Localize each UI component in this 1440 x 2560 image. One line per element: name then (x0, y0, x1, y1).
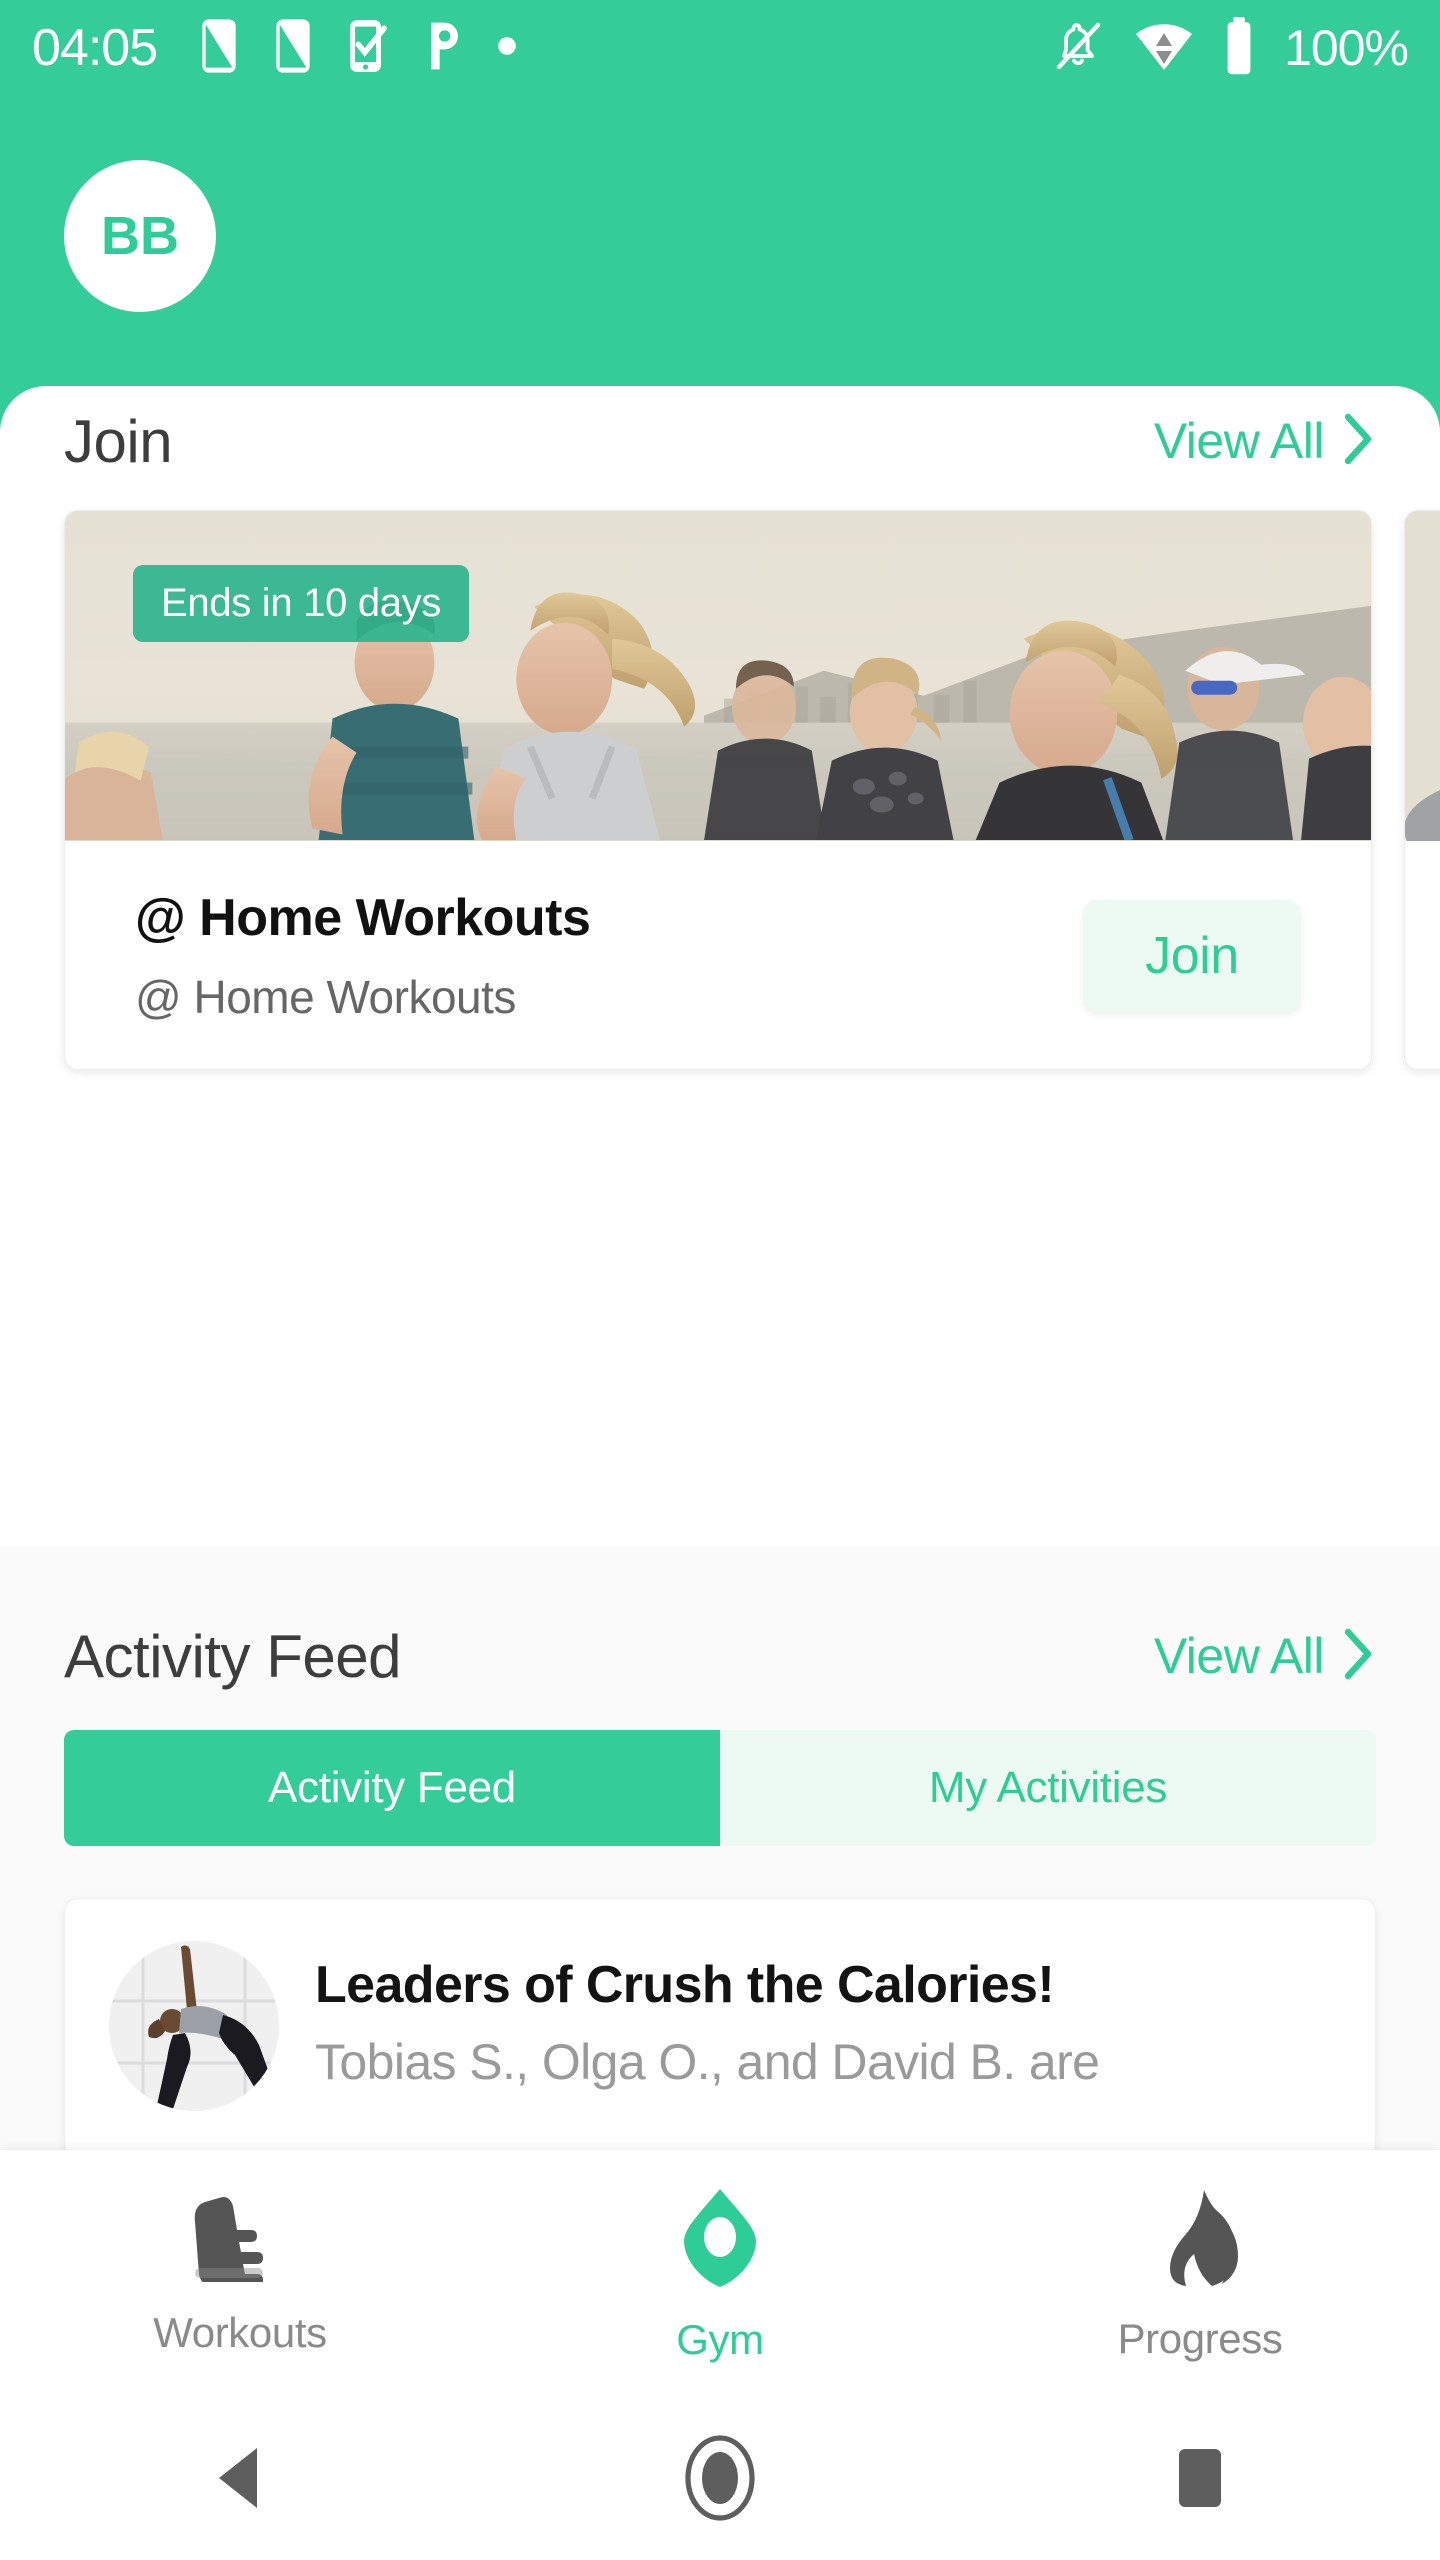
tab-my-activities[interactable]: My Activities (720, 1730, 1376, 1846)
app-header: BB (0, 96, 1440, 386)
bottom-navigation: Workouts Gym Progress (0, 2150, 1440, 2400)
feed-item-thumbnail (109, 1941, 279, 2111)
status-bar-right-icons: 100% (1052, 16, 1409, 80)
activity-feed-tabs: Activity Feed My Activities (64, 1730, 1376, 1846)
join-button[interactable]: Join (1083, 900, 1301, 1012)
dot-icon (497, 36, 517, 61)
challenge-card-next[interactable] (1404, 510, 1440, 1070)
join-view-all-label: View All (1153, 413, 1325, 469)
activity-feed-header: Activity Feed View All (0, 1598, 1440, 1714)
phone-signal-icon-2 (273, 18, 313, 78)
content-sheet: Join View All Ends in 10 days @ Home Wor… (0, 386, 1440, 2162)
avatar[interactable]: BB (64, 160, 216, 312)
activity-view-all-label: View All (1153, 1628, 1325, 1684)
join-button-label: Join (1145, 927, 1239, 985)
battery-icon (1224, 16, 1254, 80)
join-section-header: Join View All (0, 386, 1440, 496)
chevron-right-icon (1340, 411, 1376, 472)
challenge-card-next-media (1405, 511, 1440, 841)
android-back-button[interactable] (0, 2442, 480, 2519)
challenge-card-media: Ends in 10 days (65, 511, 1371, 841)
feed-item-subtitle: Tobias S., Olga O., and David B. are (315, 2034, 1100, 2090)
status-bar: 04:05 100% (0, 0, 1440, 96)
recents-icon (1169, 2445, 1231, 2516)
tab-activity-feed-label: Activity Feed (268, 1763, 516, 1812)
location-pin-icon (672, 2187, 768, 2294)
yoga-pose-photo (109, 1941, 279, 2111)
home-icon (683, 2434, 757, 2526)
avatar-initials: BB (101, 206, 179, 266)
nav-item-workouts[interactable]: Workouts (0, 2194, 480, 2357)
challenge-card-texts: @ Home Workouts @ Home Workouts (135, 888, 591, 1024)
challenge-card[interactable]: Ends in 10 days @ Home Workouts @ Home W… (64, 510, 1372, 1070)
letter-p-icon (423, 19, 463, 78)
status-bar-left-icons (199, 18, 517, 79)
runners-beach-photo (65, 511, 1371, 841)
next-card-photo (1405, 511, 1440, 841)
battery-percent-label: 100% (1284, 20, 1409, 76)
challenge-card-body: @ Home Workouts @ Home Workouts Join (65, 841, 1371, 1069)
nav-item-gym[interactable]: Gym (480, 2187, 960, 2364)
phone-check-icon (347, 18, 389, 79)
join-view-all-button[interactable]: View All (1154, 411, 1376, 472)
join-carousel[interactable]: Ends in 10 days @ Home Workouts @ Home W… (0, 510, 1440, 1070)
nav-item-workouts-label: Workouts (153, 2308, 327, 2356)
android-navigation-bar (0, 2400, 1440, 2560)
android-recents-button[interactable] (960, 2445, 1440, 2516)
status-bar-clock: 04:05 (32, 19, 158, 77)
notifications-off-icon (1052, 18, 1104, 79)
challenge-badge: Ends in 10 days (133, 565, 470, 642)
feed-item-title: Leaders of Crush the Calories! (315, 1956, 1055, 2014)
activity-view-all-button[interactable]: View All (1154, 1626, 1376, 1687)
back-icon (207, 2442, 273, 2519)
phone-signal-icon (199, 18, 239, 78)
nav-item-gym-label: Gym (676, 2315, 764, 2363)
challenge-card-subtitle: @ Home Workouts (135, 971, 516, 1023)
chevron-right-icon (1340, 1626, 1376, 1687)
app-root: 04:05 100% BB Join View All Ends in 10 d… (0, 0, 1440, 2560)
feed-list-item[interactable]: Leaders of Crush the Calories! Tobias S.… (64, 1898, 1376, 2158)
android-home-button[interactable] (480, 2434, 960, 2526)
wifi-icon (1134, 20, 1194, 77)
feed-item-texts: Leaders of Crush the Calories! Tobias S.… (315, 1941, 1100, 2091)
join-section-title: Join (64, 407, 173, 475)
activity-feed-section: Activity Feed View All Activity Feed My … (0, 1546, 1440, 2162)
flame-icon (1150, 2188, 1250, 2293)
tab-my-activities-label: My Activities (928, 1763, 1168, 1812)
tab-activity-feed[interactable]: Activity Feed (64, 1730, 720, 1846)
nav-item-progress[interactable]: Progress (960, 2188, 1440, 2363)
challenge-card-title: @ Home Workouts (135, 889, 591, 947)
shoe-icon (185, 2194, 295, 2287)
nav-item-progress-label: Progress (1117, 2314, 1283, 2362)
activity-feed-title: Activity Feed (64, 1622, 401, 1690)
